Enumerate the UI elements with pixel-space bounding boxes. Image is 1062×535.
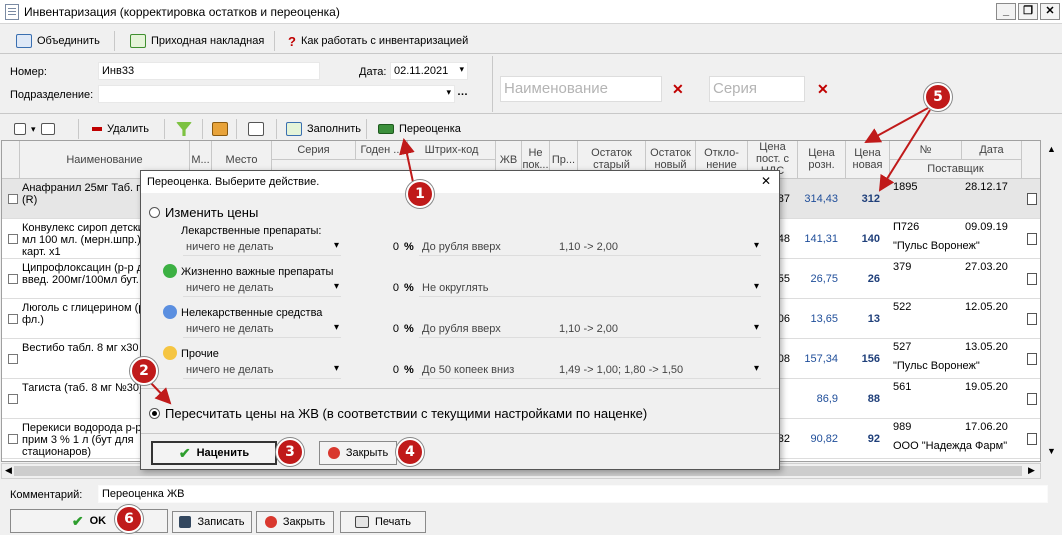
callout-badge-6: 6: [115, 505, 143, 533]
annotation-arrows: [149, 107, 931, 405]
callout-badge-4: 4: [396, 438, 424, 466]
arrow-5a: [864, 107, 929, 143]
callout-badge-5: 5: [924, 83, 952, 111]
callout-badge-1: 1: [406, 180, 434, 208]
arrow-1: [399, 138, 415, 183]
callout-badge-3: 3: [276, 438, 304, 466]
arrow-5b: [878, 109, 931, 192]
callout-badge-2: 2: [130, 357, 158, 385]
arrow-2: [149, 381, 172, 405]
